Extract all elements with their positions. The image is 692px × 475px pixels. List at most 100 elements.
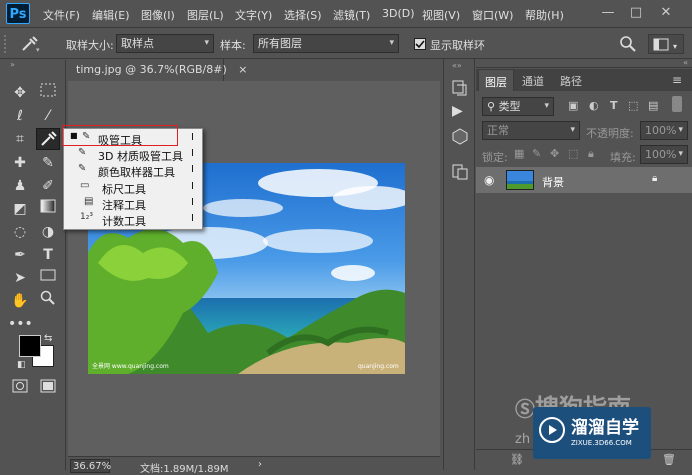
filter-pixel-icon[interactable]: ▣ [568, 99, 578, 112]
filter-adjustment-icon[interactable]: ◐ [589, 99, 599, 112]
sample-size-value: 取样点 [121, 37, 154, 50]
note-icon: ▤ [84, 196, 94, 207]
default-colors-icon[interactable]: ◧ [17, 360, 26, 370]
search-icon[interactable] [619, 35, 637, 53]
tool-preset-picker[interactable]: ▾ [18, 34, 42, 54]
blur-tool-icon[interactable]: ◌ [8, 221, 32, 243]
menu-window[interactable]: 窗口(W) [472, 7, 513, 23]
hand-tool-icon[interactable]: ✋ [8, 290, 32, 312]
flyout-item-3d-eyedropper[interactable]: ✎ 3D 材质吸管工具 I [64, 147, 202, 163]
opacity-field[interactable]: 100% ▾ [640, 121, 688, 140]
history-brush-tool-icon[interactable]: ✐ [36, 175, 60, 197]
tab-paths[interactable]: 路径 [554, 69, 588, 91]
menu-type[interactable]: 文字(Y) [235, 7, 272, 23]
tab-channels[interactable]: 通道 [516, 69, 550, 91]
chevron-down-icon: ▾ [204, 38, 209, 48]
minimize-button[interactable]: — [598, 4, 618, 22]
workspace-switcher[interactable]: ▾ [648, 34, 684, 54]
tab-layers[interactable]: 图层 [478, 69, 514, 91]
pen-tool-icon[interactable]: ✒ [8, 244, 32, 266]
3d-panel-icon[interactable] [451, 127, 469, 145]
quick-mask-icon[interactable] [8, 378, 32, 400]
status-menu-arrow-icon[interactable]: › [258, 459, 262, 470]
fill-field[interactable]: 100% ▾ [640, 145, 688, 164]
search-icon: ⚲ [487, 100, 499, 113]
link-layers-icon[interactable]: ⛓ [510, 453, 524, 466]
dock-collapse-icon[interactable]: «» [452, 61, 462, 70]
document-tab[interactable]: timg.jpg @ 36.7%(RGB/8#) × [68, 59, 247, 81]
flyout-item-note[interactable]: ▤ 注释工具 I [64, 196, 202, 212]
flyout-item-ruler[interactable]: ▭ 标尺工具 I [64, 180, 202, 196]
sample-value: 所有图层 [258, 37, 302, 50]
filter-toggle[interactable] [672, 96, 682, 112]
zoom-tool-icon[interactable] [36, 290, 60, 312]
delete-layer-icon[interactable]: 🗑︎ [662, 453, 676, 466]
layer-filter-select[interactable]: ⚲ 类型 ▾ [482, 97, 554, 116]
rectangle-tool-icon[interactable] [36, 267, 60, 289]
close-button[interactable]: ✕ [656, 4, 676, 22]
type-tool-icon[interactable]: T [36, 244, 60, 266]
layer-name[interactable]: 背景 [542, 174, 564, 190]
dodge-tool-icon[interactable]: ◑ [36, 221, 60, 243]
screen-mode-icon[interactable] [36, 378, 60, 400]
menu-select[interactable]: 选择(S) [284, 7, 322, 23]
history-panel-icon[interactable] [451, 79, 469, 97]
menu-3d[interactable]: 3D(D) [382, 7, 415, 20]
menu-edit[interactable]: 编辑(E) [92, 7, 130, 23]
chevron-down-icon: ▾ [389, 38, 394, 48]
panel-collapse-icon[interactable]: « [476, 59, 692, 68]
sample-select[interactable]: 所有图层 ▾ [253, 34, 399, 53]
menu-image[interactable]: 图像(I) [141, 7, 175, 23]
menu-bar: Ps 文件(F) 编辑(E) 图像(I) 图层(L) 文字(Y) 选择(S) 滤… [0, 0, 692, 28]
eraser-tool-icon[interactable]: ◩ [8, 198, 32, 220]
lock-position-icon[interactable]: ✥ [550, 147, 559, 160]
maximize-button[interactable]: □ [626, 4, 646, 22]
menu-help[interactable]: 帮助(H) [525, 7, 564, 23]
lock-label: 锁定: [482, 151, 508, 164]
eyedropper-tool-button[interactable] [36, 128, 60, 150]
magic-wand-tool-icon[interactable]: ⁄ [36, 105, 60, 127]
marquee-tool-icon[interactable] [36, 82, 60, 104]
fill-value: 100% [645, 148, 677, 161]
show-ring-checkbox[interactable] [414, 38, 426, 50]
foreground-color-swatch[interactable] [19, 335, 41, 357]
play-actions-icon[interactable]: ▶ [452, 103, 463, 119]
lock-transparent-icon[interactable]: ▦ [514, 147, 524, 160]
flyout-item-color-sampler[interactable]: ✎ 颜色取样器工具 I [64, 163, 202, 179]
lock-all-icon[interactable]: 🔒︎ [588, 147, 594, 161]
more-tools-icon[interactable]: ••• [8, 313, 33, 335]
menu-file[interactable]: 文件(F) [43, 7, 80, 23]
layer-lock-icon[interactable]: 🔒︎ [652, 173, 657, 184]
sample-size-select[interactable]: 取样点 ▾ [116, 34, 214, 53]
crop-tool-icon[interactable]: ⌗ [8, 128, 32, 150]
healing-brush-tool-icon[interactable]: ✚ [8, 152, 32, 174]
menu-view[interactable]: 视图(V) [422, 7, 460, 23]
lock-artboard-icon[interactable]: ⬚ [568, 147, 578, 160]
panel-menu-icon[interactable]: ≡ [672, 73, 682, 87]
close-tab-icon[interactable]: × [238, 63, 247, 76]
visibility-eye-icon[interactable]: ◉ [484, 173, 494, 187]
filter-smart-object-icon[interactable]: ▤ [648, 99, 658, 112]
gradient-tool-icon[interactable] [36, 198, 60, 220]
flyout-item-count[interactable]: 1₂³ 计数工具 I [64, 212, 202, 228]
toolbox-collapse-icon[interactable]: » [10, 61, 60, 69]
brush-tool-icon[interactable]: ✎ [36, 152, 60, 174]
clone-stamp-tool-icon[interactable]: ♟ [8, 175, 32, 197]
lasso-tool-icon[interactable]: ℓ [8, 105, 32, 127]
filter-shape-icon[interactable]: ⬚ [628, 99, 638, 112]
count-icon: 1₂³ [80, 212, 93, 222]
menu-layer[interactable]: 图层(L) [187, 7, 224, 23]
lock-image-icon[interactable]: ✎ [532, 147, 541, 160]
options-grip[interactable] [4, 35, 12, 53]
layer-row-background[interactable]: ◉ 背景 🔒︎ [476, 167, 692, 193]
filter-type-icon[interactable]: T [610, 99, 618, 112]
menu-filter[interactable]: 滤镜(T) [333, 7, 370, 23]
photo-caption-left: 全景网 www.quanjing.com [92, 362, 169, 370]
path-selection-tool-icon[interactable]: ➤ [8, 267, 32, 289]
swap-colors-icon[interactable]: ⇆ [44, 333, 52, 344]
properties-panel-icon[interactable] [451, 163, 469, 181]
move-tool-icon[interactable]: ✥ [8, 82, 32, 104]
zoom-field[interactable]: 36.67% [70, 459, 111, 473]
blend-mode-select[interactable]: 正常 ▾ [482, 121, 580, 140]
svg-text:▾: ▾ [673, 42, 677, 51]
